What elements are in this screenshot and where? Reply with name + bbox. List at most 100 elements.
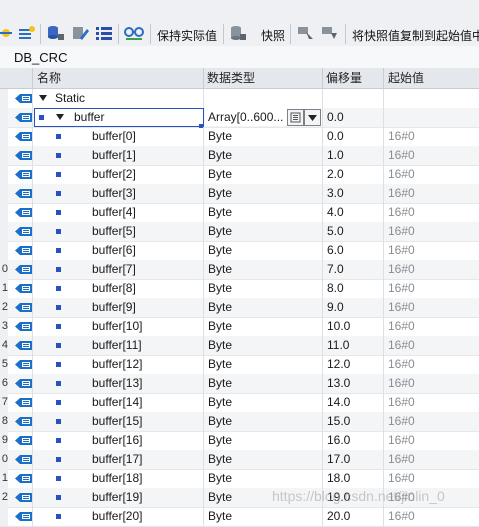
table-row[interactable]: buffer[5] Byte 5.0 16#0 xyxy=(0,222,479,242)
start-value-cell[interactable]: 16#0 xyxy=(388,488,479,507)
table-row[interactable]: 8 buffer[15] Byte 15.0 16#0 xyxy=(0,412,479,432)
snapshot-button[interactable]: 快照 xyxy=(261,27,285,44)
datatype-cell[interactable]: Byte xyxy=(208,469,322,488)
name-cell[interactable]: buffer[16] xyxy=(37,431,202,450)
monitor-glasses-icon[interactable] xyxy=(123,24,145,42)
start-value-cell[interactable]: 16#0 xyxy=(388,336,479,355)
start-value-cell[interactable]: 16#0 xyxy=(388,393,479,412)
start-value-cell[interactable]: 16#0 xyxy=(388,222,479,241)
datatype-cell[interactable]: Byte xyxy=(208,412,322,431)
column-header-datatype[interactable]: 数据类型 xyxy=(207,68,255,88)
name-cell[interactable]: buffer[6] xyxy=(37,241,202,260)
datatype-dropdown-icon[interactable] xyxy=(304,109,321,126)
table-row[interactable]: 4 buffer[11] Byte 11.0 16#0 xyxy=(0,336,479,356)
name-cell[interactable]: buffer[4] xyxy=(37,203,202,222)
datatype-cell[interactable]: Byte xyxy=(208,393,322,412)
table-row[interactable]: 7 buffer[14] Byte 14.0 16#0 xyxy=(0,393,479,413)
name-cell[interactable]: buffer[5] xyxy=(37,222,202,241)
edit-settings-icon[interactable] xyxy=(70,24,90,42)
table-row[interactable]: buffer[4] Byte 4.0 16#0 xyxy=(0,203,479,223)
datatype-cell[interactable]: Array[0..600... xyxy=(208,108,288,127)
array-editor-icon[interactable] xyxy=(287,109,304,126)
start-value-cell[interactable]: 16#0 xyxy=(388,146,479,165)
name-cell[interactable]: buffer[3] xyxy=(37,184,202,203)
datatype-cell[interactable]: Byte xyxy=(208,431,322,450)
table-row[interactable]: 1 buffer[8] Byte 8.0 16#0 xyxy=(0,279,479,299)
table-row[interactable]: 9 buffer[16] Byte 16.0 16#0 xyxy=(0,431,479,451)
name-cell[interactable]: buffer[2] xyxy=(37,165,202,184)
datatype-cell[interactable]: Byte xyxy=(208,317,322,336)
name-cell[interactable]: buffer[12] xyxy=(37,355,202,374)
datatype-cell[interactable]: Byte xyxy=(208,165,322,184)
datatype-cell[interactable]: Byte xyxy=(208,127,322,146)
name-cell[interactable]: buffer[8] xyxy=(37,279,202,298)
datatype-cell[interactable]: Byte xyxy=(208,336,322,355)
add-row-icon[interactable] xyxy=(18,24,36,42)
load-snapshot-icon[interactable] xyxy=(320,24,340,42)
table-row[interactable]: buffer[2] Byte 2.0 16#0 xyxy=(0,165,479,185)
start-value-cell[interactable]: 16#0 xyxy=(388,279,479,298)
datatype-cell[interactable]: Byte xyxy=(208,298,322,317)
column-header-offset[interactable]: 偏移量 xyxy=(326,68,362,88)
start-value-cell[interactable]: 16#0 xyxy=(388,317,479,336)
start-value-cell[interactable]: 16#0 xyxy=(388,127,479,146)
column-header-start-value[interactable]: 起始值 xyxy=(388,68,424,88)
start-value-cell[interactable]: 16#0 xyxy=(388,241,479,260)
table-row[interactable]: 1 buffer[18] Byte 18.0 16#0 xyxy=(0,469,479,489)
name-cell[interactable]: buffer[1] xyxy=(37,146,202,165)
start-value-cell[interactable]: 16#0 xyxy=(388,412,479,431)
table-row[interactable]: buffer[6] Byte 6.0 16#0 xyxy=(0,241,479,261)
expand-triangle-icon[interactable] xyxy=(56,114,64,120)
table-row[interactable]: 0 buffer[17] Byte 17.0 16#0 xyxy=(0,450,479,470)
name-cell[interactable]: buffer[11] xyxy=(37,336,202,355)
start-value-cell[interactable]: 16#0 xyxy=(388,431,479,450)
datatype-cell[interactable]: Byte xyxy=(208,241,322,260)
name-cell[interactable]: buffer[19] xyxy=(37,488,202,507)
table-row[interactable]: buffer[3] Byte 3.0 16#0 xyxy=(0,184,479,204)
name-cell[interactable]: buffer[0] xyxy=(37,127,202,146)
table-row[interactable]: 6 buffer[13] Byte 13.0 16#0 xyxy=(0,374,479,394)
table-row[interactable]: buffer[20] Byte 20.0 16#0 xyxy=(0,507,479,527)
column-header-name[interactable]: 名称 xyxy=(37,68,61,88)
table-row[interactable]: buffer Array[0..600... 0.0 xyxy=(0,108,479,128)
start-value-cell[interactable]: 16#0 xyxy=(388,165,479,184)
copy-snapshot-to-start-button[interactable]: 将快照值复制到起始值中 xyxy=(352,27,479,44)
start-value-cell[interactable] xyxy=(388,108,479,127)
name-cell[interactable]: buffer[10] xyxy=(37,317,202,336)
datatype-cell[interactable]: Byte xyxy=(208,146,322,165)
datatype-cell[interactable] xyxy=(208,89,322,108)
list-view-icon[interactable] xyxy=(94,24,114,42)
table-row[interactable]: 2 buffer[9] Byte 9.0 16#0 xyxy=(0,298,479,318)
start-value-cell[interactable]: 16#0 xyxy=(388,374,479,393)
name-cell[interactable]: buffer[13] xyxy=(37,374,202,393)
insert-row-icon[interactable] xyxy=(0,24,14,42)
table-row[interactable]: buffer[0] Byte 0.0 16#0 xyxy=(0,127,479,147)
datatype-cell[interactable]: Byte xyxy=(208,222,322,241)
name-cell[interactable]: buffer[18] xyxy=(37,469,202,488)
table-row[interactable]: 3 buffer[10] Byte 10.0 16#0 xyxy=(0,317,479,337)
start-value-cell[interactable]: 16#0 xyxy=(388,450,479,469)
datatype-cell[interactable]: Byte xyxy=(208,184,322,203)
start-value-cell[interactable]: 16#0 xyxy=(388,355,479,374)
snapshot-db-icon[interactable] xyxy=(228,24,248,42)
name-cell[interactable]: buffer[9] xyxy=(37,298,202,317)
start-value-cell[interactable]: 16#0 xyxy=(388,298,479,317)
table-row[interactable]: 5 buffer[12] Byte 12.0 16#0 xyxy=(0,355,479,375)
db-properties-icon[interactable] xyxy=(46,24,66,42)
table-row[interactable]: buffer[1] Byte 1.0 16#0 xyxy=(0,146,479,166)
name-cell[interactable]: buffer[15] xyxy=(37,412,202,431)
datatype-cell[interactable]: Byte xyxy=(208,355,322,374)
name-cell[interactable]: buffer[7] xyxy=(37,260,202,279)
table-row[interactable]: 0 buffer[7] Byte 7.0 16#0 xyxy=(0,260,479,280)
start-value-cell[interactable]: 16#0 xyxy=(388,203,479,222)
start-value-cell[interactable] xyxy=(388,89,479,108)
expand-triangle-icon[interactable] xyxy=(39,95,47,101)
name-cell[interactable]: buffer[14] xyxy=(37,393,202,412)
start-value-cell[interactable]: 16#0 xyxy=(388,260,479,279)
name-cell[interactable]: buffer[17] xyxy=(37,450,202,469)
copy-snapshot-icon[interactable] xyxy=(296,24,316,42)
datatype-cell[interactable]: Byte xyxy=(208,450,322,469)
datatype-cell[interactable]: Byte xyxy=(208,203,322,222)
table-row[interactable]: 2 buffer[19] Byte 19.0 16#0 xyxy=(0,488,479,508)
start-value-cell[interactable]: 16#0 xyxy=(388,184,479,203)
